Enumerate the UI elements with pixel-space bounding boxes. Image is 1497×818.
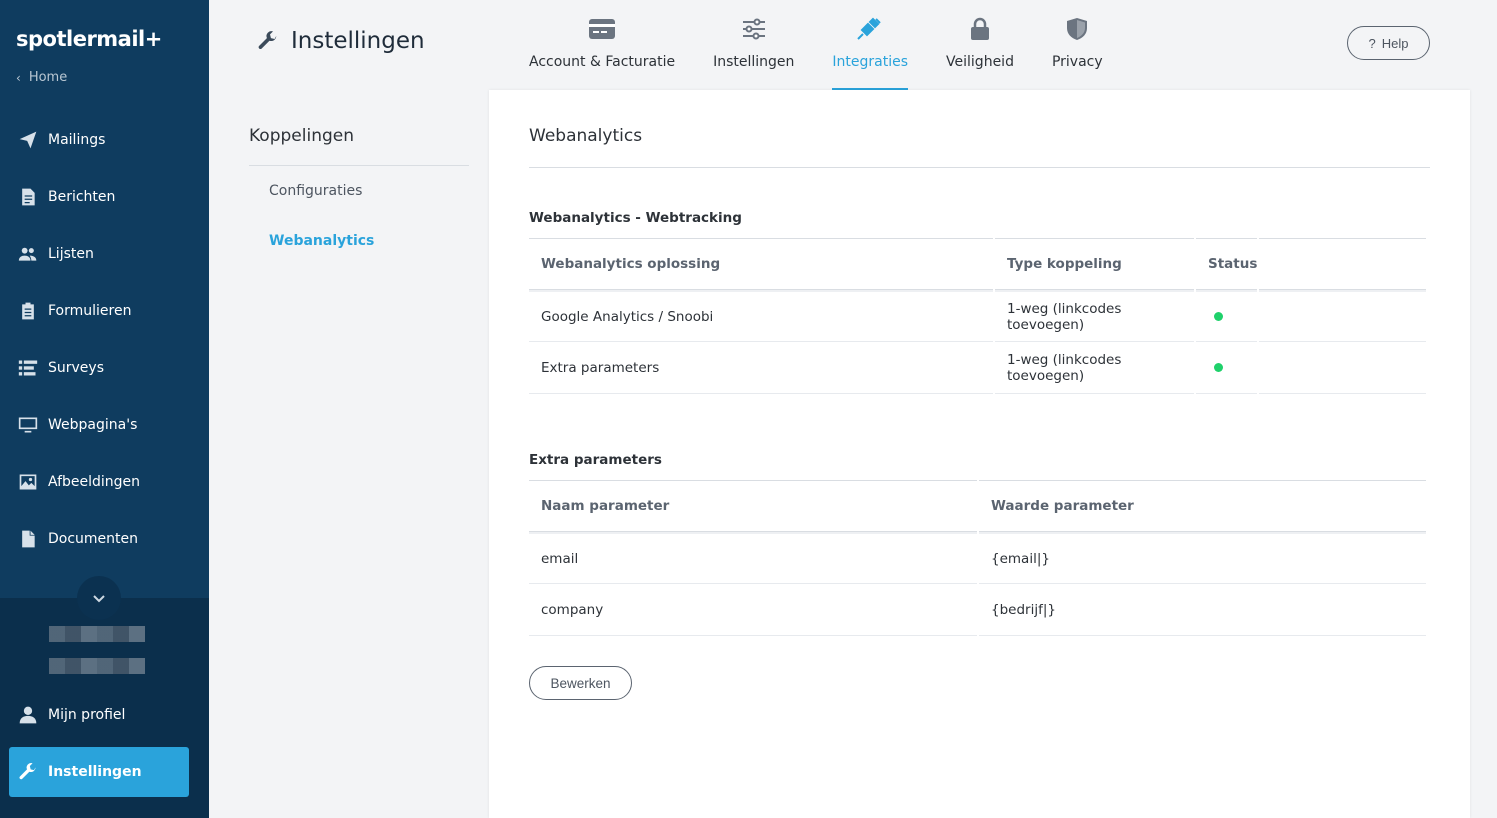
- type-cell: 1-weg (linkcodes toevoegen): [995, 342, 1194, 394]
- page-title: Instellingen: [257, 28, 425, 54]
- status-active-indicator: [1214, 362, 1223, 372]
- divider: [529, 167, 1430, 168]
- extra-params-table: Naam parameter Waarde parameter email {e…: [527, 480, 1428, 636]
- document-icon: [18, 187, 38, 207]
- tab-security[interactable]: Veiligheid: [927, 0, 1033, 90]
- tab-privacy[interactable]: Privacy: [1033, 0, 1122, 90]
- sidebar-nav: Mailings Berichten Lijsten Formulieren S…: [0, 111, 209, 567]
- sidebar-item-berichten[interactable]: Berichten: [0, 168, 209, 225]
- column-header: Waarde parameter: [979, 480, 1426, 532]
- sidebar: spotlermail+ ‹ Home Mailings Berichten L…: [0, 0, 209, 818]
- table-header-row: Naam parameter Waarde parameter: [529, 480, 1426, 532]
- subnav-item-configurations[interactable]: Configuraties: [249, 166, 469, 216]
- image-icon: [18, 472, 38, 492]
- status-active-indicator: [1214, 311, 1223, 321]
- tab-label: Integraties: [832, 54, 909, 70]
- settings-tabs: Account & Facturatie Instellingen Integr…: [510, 0, 1122, 90]
- credit-card-icon: [588, 16, 616, 42]
- sidebar-item-afbeeldingen[interactable]: Afbeeldingen: [0, 453, 209, 510]
- integrations-subnav: Koppelingen Configuraties Webanalytics: [249, 90, 469, 266]
- page-title-text: Instellingen: [291, 28, 425, 54]
- solution-cell: Extra parameters: [529, 342, 993, 394]
- sidebar-item-mailings[interactable]: Mailings: [0, 111, 209, 168]
- settings-label: Instellingen: [48, 764, 142, 780]
- table-row: company {bedrijf|}: [529, 584, 1426, 636]
- sidebar-item-lijsten[interactable]: Lijsten: [0, 225, 209, 282]
- list-icon: [18, 358, 38, 378]
- sidebar-item-label: Documenten: [48, 530, 139, 547]
- lock-icon: [966, 16, 994, 42]
- home-link[interactable]: ‹ Home: [16, 70, 67, 85]
- sidebar-item-label: Lijsten: [48, 245, 94, 262]
- clipboard-icon: [18, 301, 38, 321]
- sidebar-item-label: Webpagina's: [48, 416, 138, 433]
- solution-cell: Google Analytics / Snoobi: [529, 290, 993, 342]
- table-row: Extra parameters 1-weg (linkcodes toevoe…: [529, 342, 1426, 394]
- edit-button[interactable]: Bewerken: [529, 666, 632, 700]
- param-value-cell: {email|}: [979, 532, 1426, 584]
- plug-icon: [856, 16, 884, 42]
- sidebar-item-label: Surveys: [48, 359, 104, 376]
- sidebar-item-documenten[interactable]: Documenten: [0, 510, 209, 567]
- main-card: Webanalytics Webanalytics - Webtracking …: [489, 90, 1470, 818]
- status-cell: [1196, 290, 1258, 342]
- subnav-heading: Koppelingen: [249, 90, 469, 166]
- card-title: Webanalytics: [529, 126, 643, 146]
- redacted-account-name: [49, 626, 145, 642]
- tab-account-billing[interactable]: Account & Facturatie: [510, 0, 694, 90]
- table-header-row: Webanalytics oplossing Type koppeling St…: [529, 238, 1426, 290]
- sliders-icon: [740, 16, 768, 42]
- column-header: Type koppeling: [995, 238, 1194, 290]
- help-button[interactable]: ? Help: [1347, 26, 1430, 60]
- sidebar-item-settings[interactable]: Instellingen: [9, 747, 189, 797]
- tab-label: Privacy: [1051, 54, 1103, 70]
- column-header: Naam parameter: [529, 480, 977, 532]
- sidebar-item-profile[interactable]: Mijn profiel: [18, 700, 125, 730]
- column-header: Webanalytics oplossing: [529, 238, 993, 290]
- user-icon: [19, 706, 37, 724]
- webtracking-section-title: Webanalytics - Webtracking: [529, 210, 742, 226]
- tab-integrations[interactable]: Integraties: [813, 0, 927, 90]
- wrench-icon: [19, 763, 36, 780]
- app-logo[interactable]: spotlermail+: [16, 27, 162, 51]
- paper-plane-icon: [18, 130, 38, 150]
- file-icon: [18, 529, 38, 549]
- status-cell: [1196, 342, 1258, 394]
- param-name-cell: email: [529, 532, 977, 584]
- chevron-down-icon: [93, 595, 105, 603]
- subnav-item-webanalytics[interactable]: Webanalytics: [249, 216, 469, 266]
- help-icon: ?: [1368, 35, 1376, 51]
- help-label: Help: [1381, 35, 1409, 51]
- tab-label: Instellingen: [713, 54, 795, 70]
- redacted-account-detail: [49, 658, 145, 674]
- param-value-cell: {bedrijf|}: [979, 584, 1426, 636]
- column-header: Status: [1196, 238, 1258, 290]
- chevron-left-icon: ‹: [16, 70, 21, 85]
- extra-params-section-title: Extra parameters: [529, 452, 662, 468]
- home-label: Home: [28, 70, 68, 85]
- sidebar-expand-button[interactable]: [77, 576, 121, 620]
- tab-label: Veiligheid: [946, 54, 1014, 70]
- sidebar-item-label: Afbeeldingen: [48, 473, 141, 490]
- shield-icon: [1063, 16, 1091, 42]
- sidebar-item-label: Berichten: [48, 188, 116, 205]
- tab-label: Account & Facturatie: [529, 54, 676, 70]
- table-row: Google Analytics / Snoobi 1-weg (linkcod…: [529, 290, 1426, 342]
- type-cell: 1-weg (linkcodes toevoegen): [995, 290, 1194, 342]
- wrench-icon: [258, 31, 277, 49]
- profile-label: Mijn profiel: [48, 707, 126, 723]
- webtracking-table: Webanalytics oplossing Type koppeling St…: [527, 238, 1428, 394]
- tab-settings[interactable]: Instellingen: [694, 0, 813, 90]
- sidebar-item-webpaginas[interactable]: Webpagina's: [0, 396, 209, 453]
- users-icon: [18, 244, 38, 264]
- sidebar-item-label: Mailings: [48, 131, 106, 148]
- table-row: email {email|}: [529, 532, 1426, 584]
- column-header-empty: [1259, 238, 1426, 290]
- monitor-icon: [18, 415, 38, 435]
- sidebar-item-label: Formulieren: [48, 302, 132, 319]
- sidebar-item-surveys[interactable]: Surveys: [0, 339, 209, 396]
- param-name-cell: company: [529, 584, 977, 636]
- sidebar-item-formulieren[interactable]: Formulieren: [0, 282, 209, 339]
